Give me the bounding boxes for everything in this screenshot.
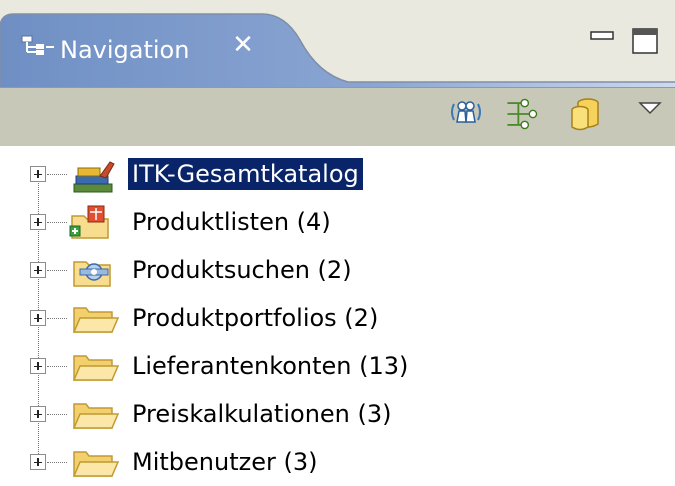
tree-item-label[interactable]: Mitbenutzer (3) — [128, 446, 321, 478]
tree-item-label[interactable]: Produktportfolios (2) — [128, 302, 382, 334]
tree-item-mitbenutzer[interactable]: Mitbenutzer (3) — [0, 438, 675, 486]
maximize-icon[interactable] — [630, 26, 660, 56]
folder-icon — [72, 403, 120, 429]
tree-item-produktlisten[interactable]: Produktlisten (4) — [0, 198, 675, 246]
view-title-bar: Navigation ✕ — [0, 0, 675, 88]
tree-connector — [47, 222, 67, 223]
minimize-icon[interactable] — [588, 26, 616, 48]
tree-connector — [47, 174, 67, 175]
tree-item-produktsuchen[interactable]: Produktsuchen (2) — [0, 246, 675, 294]
tree-item-produktportfolios[interactable]: Produktportfolios (2) — [0, 294, 675, 342]
view-menu-icon[interactable] — [632, 88, 672, 128]
folder-icon — [72, 355, 120, 381]
connection-icon[interactable] — [502, 94, 542, 134]
close-icon[interactable]: ✕ — [229, 30, 257, 60]
tree-item-label[interactable]: Produktsuchen (2) — [128, 254, 356, 286]
expand-toggle[interactable] — [30, 406, 46, 422]
tree-item-lieferantenkonten[interactable]: Lieferantenkonten (13) — [0, 342, 675, 390]
folder-icon — [72, 307, 120, 333]
tree-item-label[interactable]: Lieferantenkonten (13) — [128, 350, 412, 382]
tree-connector — [47, 318, 67, 319]
expand-toggle[interactable] — [30, 214, 46, 230]
database-icon[interactable] — [566, 94, 606, 134]
expand-toggle[interactable] — [30, 166, 46, 182]
tree-connector — [47, 366, 67, 367]
expand-toggle[interactable] — [30, 310, 46, 326]
product-list-icon — [69, 205, 109, 239]
tree-item-label[interactable]: ITK-Gesamtkatalog — [128, 158, 363, 190]
tree-item-label[interactable]: Produktlisten (4) — [128, 206, 335, 238]
navigation-tree-icon — [21, 35, 54, 55]
view-toolbar — [0, 88, 675, 146]
product-search-icon — [73, 261, 111, 287]
tree-connector — [47, 462, 67, 463]
users-icon[interactable] — [446, 94, 486, 134]
tree-item-itk-gesamtkatalog[interactable]: ITK-Gesamtkatalog — [0, 150, 675, 198]
folder-icon — [72, 451, 120, 477]
tree-connector — [47, 414, 67, 415]
navigation-tree: ITK-Gesamtkatalog Produktlisten (4) Prod… — [0, 146, 675, 477]
navigation-view: Navigation ✕ ITK-Gesamtkatalog Produktli… — [0, 0, 675, 477]
tree-item-label[interactable]: Preiskalkulationen (3) — [128, 398, 396, 430]
view-tab-title[interactable]: Navigation — [60, 36, 189, 64]
catalog-books-icon — [73, 161, 115, 193]
expand-toggle[interactable] — [30, 454, 46, 470]
tree-connector — [47, 270, 67, 271]
expand-toggle[interactable] — [30, 358, 46, 374]
tree-item-preiskalkulationen[interactable]: Preiskalkulationen (3) — [0, 390, 675, 438]
expand-toggle[interactable] — [30, 262, 46, 278]
